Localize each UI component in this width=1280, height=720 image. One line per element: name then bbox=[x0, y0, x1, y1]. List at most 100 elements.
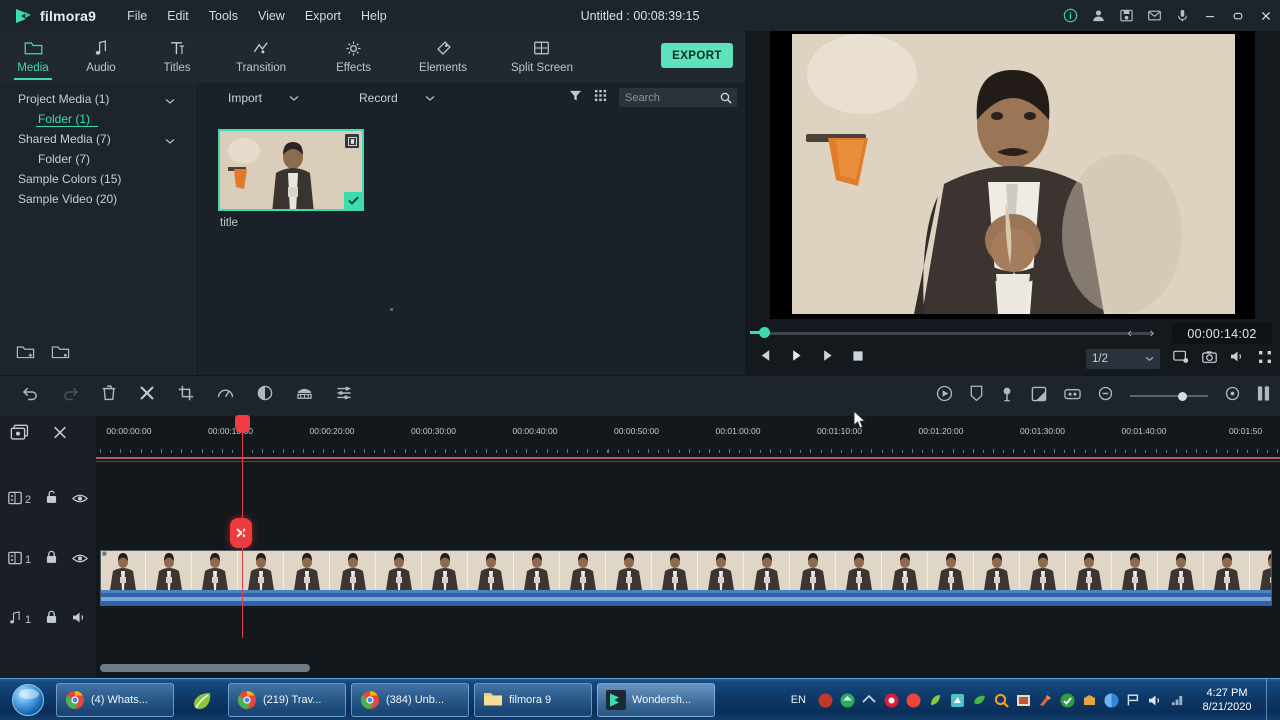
account-icon[interactable] bbox=[1084, 0, 1112, 31]
next-frame-button[interactable] bbox=[821, 349, 834, 367]
marker-icon[interactable] bbox=[970, 385, 983, 407]
chevron-down-icon[interactable] bbox=[165, 134, 175, 148]
tab-audio[interactable]: Audio bbox=[74, 31, 128, 83]
fullscreen-icon[interactable] bbox=[1258, 350, 1272, 369]
speaker-icon[interactable] bbox=[72, 611, 88, 629]
track-row-video-2[interactable]: ✕ bbox=[96, 498, 1280, 552]
tray-icon-13[interactable] bbox=[1078, 679, 1100, 720]
menu-item-export[interactable]: Export bbox=[296, 5, 350, 27]
grid-view-icon[interactable] bbox=[594, 89, 607, 107]
track-header-video-2[interactable]: 2 bbox=[8, 490, 89, 509]
track-row-audio-1[interactable] bbox=[96, 612, 1280, 658]
track-header-video-1[interactable]: 1 bbox=[8, 550, 89, 569]
preview-timecode[interactable]: 00:00:14:02 bbox=[1172, 323, 1272, 344]
prev-frame-button[interactable] bbox=[759, 349, 772, 367]
zoom-out-icon[interactable] bbox=[1098, 386, 1113, 406]
speed-icon[interactable] bbox=[217, 385, 234, 406]
info-icon[interactable] bbox=[1056, 0, 1084, 31]
delete-icon[interactable] bbox=[102, 385, 116, 406]
tray-icon-1[interactable] bbox=[814, 679, 836, 720]
tab-media[interactable]: Media bbox=[6, 31, 60, 83]
effect-marker[interactable]: ✕ bbox=[230, 518, 252, 548]
mark-in-button[interactable]: ‹ bbox=[1128, 325, 1132, 340]
tray-icon-4[interactable] bbox=[880, 679, 902, 720]
search-icon[interactable] bbox=[720, 91, 732, 109]
tray-icon-12[interactable] bbox=[1056, 679, 1078, 720]
taskbar-item-filmora-folder[interactable]: filmora 9 bbox=[474, 683, 592, 717]
snapshot-to-media-icon[interactable] bbox=[1173, 350, 1189, 369]
taskbar-item-travel[interactable]: (219) Trav... bbox=[228, 683, 346, 717]
tab-split-screen[interactable]: Split Screen bbox=[501, 31, 583, 83]
tab-elements[interactable]: Elements bbox=[409, 31, 477, 83]
volume-icon[interactable] bbox=[1144, 679, 1166, 720]
sidebar-item-folder-1[interactable]: Folder (1) bbox=[0, 109, 197, 129]
mark-out-button[interactable]: › bbox=[1150, 325, 1154, 340]
track-row-video-1[interactable]: ▦ bbox=[96, 550, 1280, 608]
taskbar-item-whatsapp[interactable]: (4) Whats... bbox=[56, 683, 174, 717]
stop-button[interactable] bbox=[852, 349, 864, 367]
eye-icon[interactable] bbox=[71, 551, 89, 569]
undo-icon[interactable] bbox=[22, 386, 39, 406]
tray-icon-8[interactable] bbox=[968, 679, 990, 720]
crop-icon[interactable] bbox=[178, 385, 194, 406]
filter-icon[interactable] bbox=[569, 89, 582, 107]
search-input[interactable] bbox=[625, 91, 720, 104]
tray-icon-2[interactable] bbox=[836, 679, 858, 720]
zoom-in-icon[interactable] bbox=[1225, 386, 1240, 406]
minimize-button[interactable] bbox=[1196, 0, 1224, 31]
tray-icon-7[interactable] bbox=[946, 679, 968, 720]
tray-icon-10[interactable] bbox=[1012, 679, 1034, 720]
redo-icon[interactable] bbox=[62, 386, 79, 406]
progress-track[interactable] bbox=[761, 332, 1154, 335]
progress-knob[interactable] bbox=[750, 327, 770, 338]
preview-video[interactable] bbox=[770, 31, 1255, 319]
network-icon[interactable] bbox=[1166, 679, 1188, 720]
playhead-handle[interactable] bbox=[235, 415, 250, 433]
camera-icon[interactable] bbox=[1202, 350, 1217, 369]
volume-icon[interactable] bbox=[1230, 350, 1245, 368]
menu-item-view[interactable]: View bbox=[249, 5, 294, 27]
tab-titles[interactable]: Titles bbox=[150, 31, 204, 83]
tray-icon-5[interactable] bbox=[902, 679, 924, 720]
eye-icon[interactable] bbox=[71, 491, 89, 509]
playback-quality-select[interactable]: 1/2 bbox=[1086, 349, 1160, 369]
sidebar-item-sample-video[interactable]: Sample Video (20) bbox=[0, 189, 197, 209]
locked-icon[interactable] bbox=[45, 550, 58, 569]
mic-icon[interactable] bbox=[1168, 0, 1196, 31]
folder-settings-icon[interactable] bbox=[51, 344, 70, 365]
fit-timeline-icon[interactable] bbox=[1257, 385, 1270, 407]
render-preview-icon[interactable] bbox=[936, 385, 953, 407]
maximize-button[interactable] bbox=[1224, 0, 1252, 31]
tray-icon-11[interactable] bbox=[1034, 679, 1056, 720]
timeline-zoom-slider[interactable] bbox=[1130, 387, 1208, 405]
close-button[interactable] bbox=[1252, 0, 1280, 31]
start-button[interactable] bbox=[4, 679, 52, 720]
timeline-horizontal-scrollbar[interactable] bbox=[100, 664, 310, 672]
voiceover-icon[interactable] bbox=[1000, 385, 1014, 407]
locked-icon[interactable] bbox=[45, 610, 58, 629]
play-button[interactable] bbox=[790, 349, 803, 367]
green-screen-icon[interactable] bbox=[296, 385, 313, 406]
tray-icon-3[interactable] bbox=[858, 679, 880, 720]
taskbar-item-unb[interactable]: (384) Unb... bbox=[351, 683, 469, 717]
tab-effects[interactable]: Effects bbox=[326, 31, 381, 83]
unlocked-icon[interactable] bbox=[45, 490, 58, 509]
taskbar-item-leaf[interactable] bbox=[179, 683, 223, 717]
clock[interactable]: 4:27 PM 8/21/2020 bbox=[1194, 686, 1260, 714]
sidebar-item-sample-colors[interactable]: Sample Colors (15) bbox=[0, 169, 197, 189]
feedback-icon[interactable] bbox=[1140, 0, 1168, 31]
timeline-clip[interactable]: ▦ bbox=[100, 550, 1272, 606]
tray-icon-14[interactable] bbox=[1100, 679, 1122, 720]
playhead[interactable] bbox=[235, 415, 250, 638]
media-item[interactable]: title bbox=[218, 129, 366, 229]
export-button[interactable]: EXPORT bbox=[661, 43, 733, 68]
tray-icon-6[interactable] bbox=[924, 679, 946, 720]
audio-mixer-icon[interactable] bbox=[336, 385, 352, 406]
sidebar-item-shared-media[interactable]: Shared Media (7) bbox=[0, 129, 197, 149]
show-desktop-button[interactable] bbox=[1266, 679, 1276, 720]
menu-item-file[interactable]: File bbox=[118, 5, 156, 27]
sidebar-item-project-media[interactable]: Project Media (1) bbox=[0, 89, 197, 109]
add-track-icon[interactable] bbox=[10, 424, 29, 446]
unlink-audio-icon[interactable] bbox=[51, 424, 69, 446]
track-header-audio-1[interactable]: 1 bbox=[8, 610, 88, 629]
